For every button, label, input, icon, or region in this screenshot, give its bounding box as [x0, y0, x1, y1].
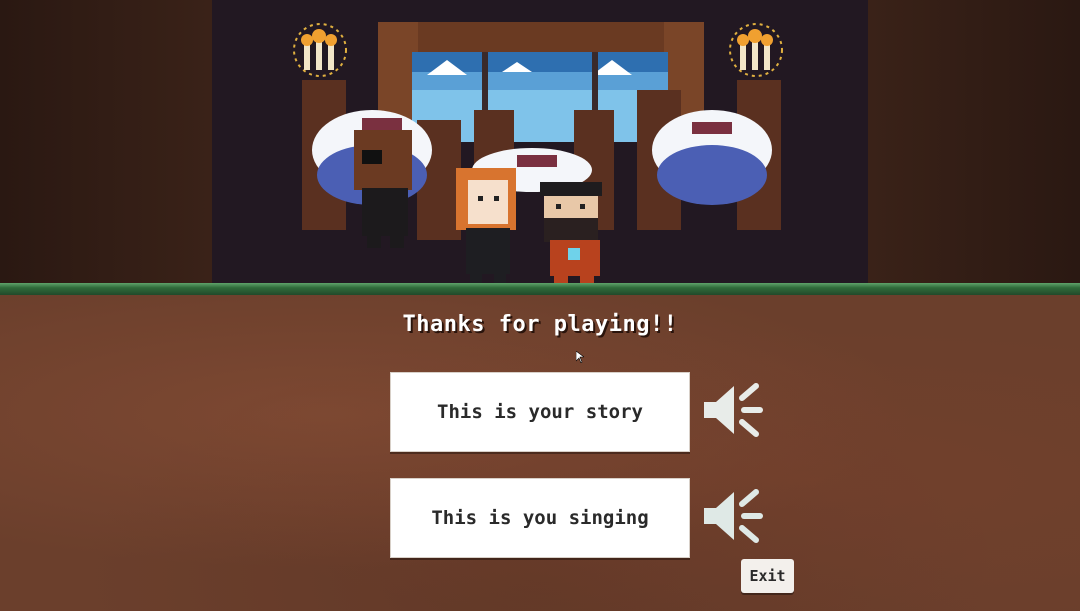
mouse-cursor-icon — [576, 351, 584, 363]
thanks-title: Thanks for playing!! — [402, 312, 678, 337]
grass-strip — [0, 283, 1080, 295]
eyepatch-character-icon — [354, 130, 412, 248]
speaker-icon[interactable] — [700, 380, 764, 440]
scene-art — [212, 0, 868, 290]
left-wall — [0, 0, 212, 290]
exit-button[interactable]: Exit — [741, 559, 794, 593]
your-story-button[interactable]: This is your story — [390, 372, 690, 452]
you-singing-button[interactable]: This is you singing — [390, 478, 690, 558]
right-wall — [868, 0, 1080, 290]
restaurant-scene — [212, 0, 868, 290]
speaker-icon[interactable] — [700, 486, 764, 546]
